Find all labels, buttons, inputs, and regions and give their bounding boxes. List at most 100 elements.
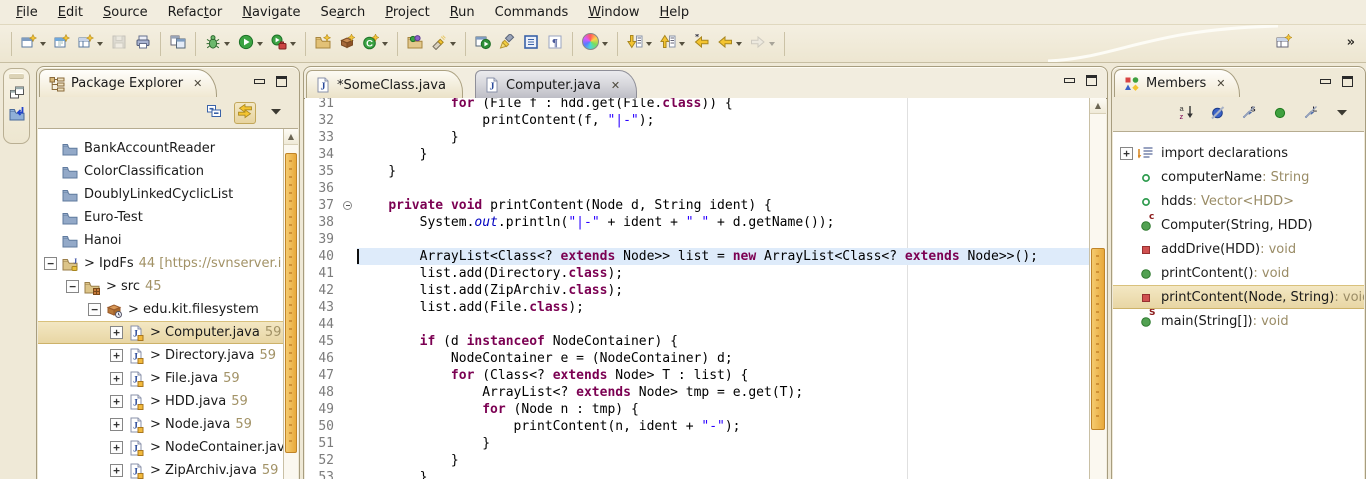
menu-help[interactable]: Help	[650, 2, 700, 23]
tree-item-edu-kit-filesystem[interactable]: −> edu.kit.filesystem	[38, 298, 283, 321]
fold-column[interactable]	[341, 129, 357, 146]
view-menu-button[interactable]	[1331, 103, 1353, 125]
tree-expander-icon[interactable]: −	[44, 257, 57, 270]
search-button[interactable]	[428, 31, 459, 57]
scrollbar-thumb[interactable]	[285, 153, 297, 453]
code-text[interactable]: printContent(f, "|-");	[357, 112, 1089, 129]
code-text[interactable]: printContent(n, ident + "-");	[357, 418, 1089, 435]
tree-item-hanoi[interactable]: Hanoi	[38, 229, 283, 252]
member-import-declarations[interactable]: +import declarations	[1113, 141, 1364, 165]
tree-expander-icon[interactable]: +	[110, 441, 123, 454]
fold-column[interactable]	[341, 146, 357, 163]
code-text[interactable]: System.out.println("|-" + ident + " " + …	[357, 214, 1089, 231]
fold-column[interactable]	[341, 112, 357, 129]
fold-column[interactable]	[341, 350, 357, 367]
show-source-button[interactable]	[520, 31, 542, 57]
close-icon[interactable]: ✕	[1216, 77, 1225, 90]
collapse-all-button[interactable]	[203, 102, 225, 124]
code-text[interactable]	[357, 316, 1089, 333]
code-text[interactable]: list.add(File.class);	[357, 299, 1089, 316]
tab-members[interactable]: Members ✕	[1114, 69, 1240, 97]
tree-item-node-java[interactable]: +J> Node.java59	[38, 413, 283, 436]
package-explorer-scrollbar[interactable]: ▲	[283, 129, 298, 479]
code-text[interactable]: NodeContainer e = (NodeContainer) d;	[357, 350, 1089, 367]
run-external-tools-button[interactable]	[268, 31, 299, 57]
menu-run[interactable]: Run	[440, 2, 485, 23]
tree-item-nodecontainer-java[interactable]: +J> NodeContainer.java59	[38, 436, 283, 459]
collapse-fold-icon[interactable]	[343, 201, 352, 210]
tree-item-colorclassification[interactable]: ColorClassification	[38, 160, 283, 183]
menu-commands[interactable]: Commands	[485, 2, 579, 23]
next-annotation-button[interactable]	[624, 31, 655, 57]
new-java-project-button[interactable]	[312, 31, 334, 57]
code-text[interactable]: ArrayList<? extends Node> tmp = e.get(T)…	[357, 384, 1089, 401]
fold-column[interactable]	[341, 282, 357, 299]
tree-item-src[interactable]: −> src45	[38, 275, 283, 298]
code-text[interactable]	[357, 180, 1089, 197]
dropdown-arrow-icon[interactable]	[769, 42, 775, 46]
code-text[interactable]: }	[357, 435, 1089, 452]
tree-expander-icon[interactable]: +	[110, 395, 123, 408]
members-list[interactable]: +import declarationscomputerName : Strin…	[1113, 132, 1364, 479]
code-text[interactable]: ArrayList<Class<? extends Node>> list = …	[357, 248, 1089, 265]
link-with-editor-button[interactable]	[234, 102, 256, 124]
tree-item-ziparchiv-java[interactable]: +J> ZipArchiv.java59	[38, 459, 283, 479]
fold-column[interactable]	[341, 418, 357, 435]
tree-item-doublylinkedcycliclist[interactable]: DoublyLinkedCyclicList	[38, 183, 283, 206]
mark-occurrences-button[interactable]	[496, 31, 518, 57]
tree-expander-icon[interactable]: +	[110, 372, 123, 385]
dropdown-arrow-icon[interactable]	[679, 42, 685, 46]
code-text[interactable]: private void printContent(Node d, String…	[357, 197, 1089, 214]
fast-view-grip[interactable]	[9, 73, 24, 79]
member-printcontent[interactable]: printContent() : void	[1113, 261, 1364, 285]
debug-button[interactable]	[202, 31, 233, 57]
fold-column[interactable]	[341, 452, 357, 469]
code-text[interactable]: }	[357, 163, 1089, 180]
color-theme-button[interactable]	[579, 30, 611, 57]
minimize-icon[interactable]	[254, 79, 265, 84]
fold-column[interactable]	[341, 231, 357, 248]
fold-column[interactable]	[341, 316, 357, 333]
tab-package-explorer[interactable]: Package Explorer ✕	[39, 69, 217, 97]
new-java-class-button[interactable]: C	[360, 31, 391, 57]
close-icon[interactable]: ✕	[193, 77, 202, 90]
member-computer-string-hdd[interactable]: cComputer(String, HDD)	[1113, 213, 1364, 237]
maximize-icon[interactable]	[1086, 75, 1097, 86]
fold-column[interactable]	[341, 98, 357, 112]
fold-column[interactable]	[341, 401, 357, 418]
code-text[interactable]: }	[357, 452, 1089, 469]
fold-column[interactable]	[341, 367, 357, 384]
code-text[interactable]: if (d instanceof NodeContainer) {	[357, 333, 1089, 350]
code-text[interactable]: }	[357, 129, 1089, 146]
minimized-folder-view-button[interactable]	[9, 106, 25, 122]
scroll-up-icon[interactable]: ▲	[284, 129, 298, 145]
run-button[interactable]	[235, 31, 266, 57]
close-icon[interactable]: ✕	[611, 79, 620, 92]
tree-expander-icon[interactable]: +	[110, 464, 123, 477]
code-text[interactable]	[357, 231, 1089, 248]
code-text[interactable]: }	[357, 146, 1089, 163]
editor-tab-computer-java[interactable]: JComputer.java✕	[475, 70, 637, 99]
fold-column[interactable]	[341, 180, 357, 197]
menu-refactor[interactable]: Refactor	[158, 2, 233, 23]
restore-minimized-views-button[interactable]	[9, 85, 25, 101]
dropdown-arrow-icon[interactable]	[382, 42, 388, 46]
fold-column[interactable]	[341, 384, 357, 401]
dropdown-arrow-icon[interactable]	[602, 42, 608, 46]
dropdown-arrow-icon[interactable]	[736, 42, 742, 46]
tree-expander-icon[interactable]: +	[110, 418, 123, 431]
dropdown-arrow-icon[interactable]	[40, 42, 46, 46]
run-last-applet-button[interactable]	[472, 31, 494, 57]
show-whitespace-button[interactable]: ¶	[544, 31, 566, 57]
fold-column[interactable]	[341, 248, 357, 265]
new-view-button[interactable]	[75, 31, 106, 57]
hide-static-members-button[interactable]: S	[1238, 103, 1260, 125]
code-text[interactable]: for (Node n : tmp) {	[357, 401, 1089, 418]
fold-column[interactable]	[341, 265, 357, 282]
code-area[interactable]: 31 for (File f : hdd.get(File.class)) {3…	[305, 98, 1089, 479]
open-resource-pair-button[interactable]	[167, 31, 189, 57]
fold-column[interactable]	[341, 214, 357, 231]
fold-column[interactable]	[341, 299, 357, 316]
member-expander-icon[interactable]: +	[1120, 147, 1133, 160]
open-type-button[interactable]	[404, 31, 426, 57]
